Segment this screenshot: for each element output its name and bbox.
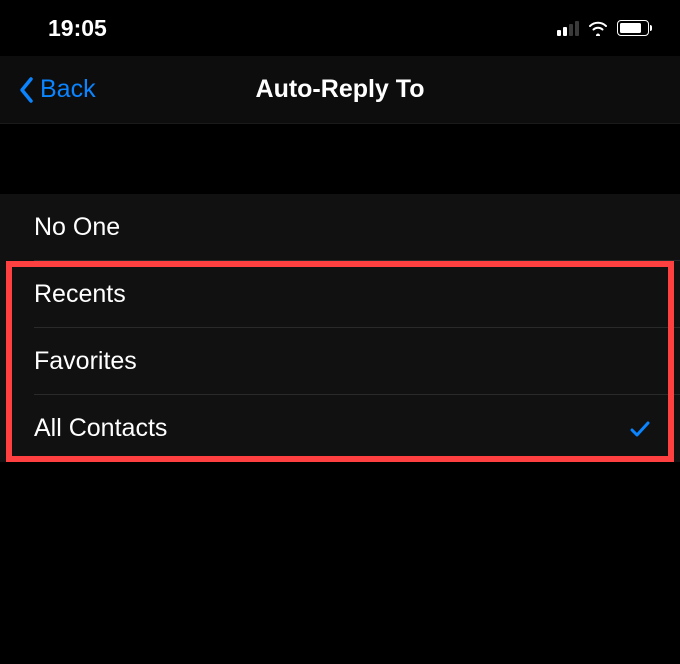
- battery-icon: [617, 20, 652, 36]
- highlight-annotation: Recents Favorites All Contacts: [0, 261, 680, 462]
- cellular-signal-icon: [557, 20, 579, 36]
- option-label: No One: [34, 213, 120, 242]
- status-icons: [557, 20, 652, 36]
- option-list: No One Recents Favorites All Contacts: [0, 194, 680, 462]
- status-bar: 19:05: [0, 0, 680, 56]
- option-favorites[interactable]: Favorites: [0, 328, 680, 395]
- wifi-icon: [587, 20, 609, 36]
- option-no-one[interactable]: No One: [0, 194, 680, 261]
- navigation-bar: Back Auto-Reply To: [0, 56, 680, 124]
- option-recents[interactable]: Recents: [0, 261, 680, 328]
- option-label: All Contacts: [34, 414, 167, 443]
- page-title: Auto-Reply To: [256, 75, 425, 104]
- back-label: Back: [40, 75, 96, 104]
- spacer: [0, 124, 680, 194]
- option-label: Favorites: [34, 347, 137, 376]
- back-button[interactable]: Back: [0, 75, 96, 104]
- option-label: Recents: [34, 280, 126, 309]
- status-time: 19:05: [48, 15, 107, 42]
- option-all-contacts[interactable]: All Contacts: [0, 395, 680, 462]
- checkmark-icon: [628, 417, 652, 441]
- chevron-left-icon: [18, 76, 34, 104]
